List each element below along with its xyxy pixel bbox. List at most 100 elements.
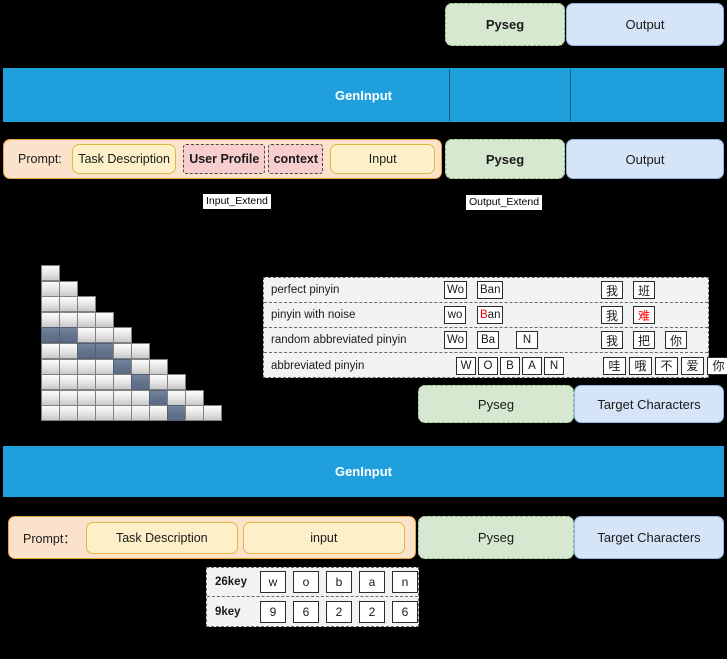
grid-cell xyxy=(113,374,132,391)
key-cell: o xyxy=(293,571,319,593)
grid-cell xyxy=(77,358,96,375)
grid-cell xyxy=(131,405,150,422)
grid-cell xyxy=(77,343,96,359)
grid-cell xyxy=(95,311,114,328)
grid-cell xyxy=(113,358,132,375)
output-extend-label: Output_Extend xyxy=(469,196,540,208)
bottom-pyseg-block: Pyseg xyxy=(418,516,574,559)
pinyin-token: O xyxy=(478,356,498,375)
context-label: context xyxy=(273,152,319,166)
grid-cell xyxy=(113,405,132,422)
mid-pyseg-block: Pyseg xyxy=(418,385,574,423)
grid-cell xyxy=(167,389,186,406)
grid-cell xyxy=(77,327,96,344)
top-output-label: Output xyxy=(625,17,665,32)
target-character-token: 哇 xyxy=(603,356,626,375)
pinyin-row-label: random abbreviated pinyin xyxy=(271,334,407,346)
grid-cell xyxy=(41,358,60,375)
geninput-bottom-label: GenInput xyxy=(334,464,393,479)
grid-cell xyxy=(41,405,60,422)
pinyin-table-row: perfect pinyin Wo Ban 我班 xyxy=(264,278,708,303)
grid-cell xyxy=(95,343,114,359)
pinyin-token: wo xyxy=(444,306,466,324)
bottom-target-characters-label: Target Characters xyxy=(597,530,701,545)
target-character-token: 我 xyxy=(601,281,623,299)
grid-cell xyxy=(149,389,168,406)
input-label-bottom: input xyxy=(310,530,338,545)
grid-cell xyxy=(77,311,96,328)
key-row-label: 26key xyxy=(215,576,247,588)
grid-cell xyxy=(167,405,186,422)
grid-cell xyxy=(149,374,168,391)
output-extend-annotation: Output_Extend xyxy=(466,195,543,210)
grid-cell xyxy=(41,343,60,359)
task-description-pill-bottom: Task Description xyxy=(85,521,238,554)
target-character-token: 不 xyxy=(655,356,678,375)
user-profile-pill: User Profile xyxy=(183,144,266,174)
target-character-token: 难 xyxy=(633,306,655,324)
mid-target-characters-label: Target Characters xyxy=(597,396,701,412)
pinyin-token: Wo xyxy=(444,331,468,349)
grid-cell xyxy=(77,296,96,313)
task-description-label-bottom: Task Description xyxy=(115,530,208,545)
attention-mask-grid xyxy=(41,265,241,425)
grid-cell xyxy=(41,374,60,391)
target-character-token: 哦 xyxy=(629,356,652,375)
pinyin-token: N xyxy=(516,331,538,349)
grid-cell xyxy=(131,343,150,359)
key-cell: 6 xyxy=(293,600,319,623)
grid-cell xyxy=(59,405,78,422)
grid-cell xyxy=(113,389,132,406)
grid-cell xyxy=(41,296,60,313)
pinyin-table-row: pinyin with noise wo Ban 我难 xyxy=(264,303,708,328)
grid-cell xyxy=(131,374,150,391)
grid-cell xyxy=(41,389,60,406)
target-character-token: 我 xyxy=(601,331,623,349)
grid-cell xyxy=(59,374,78,391)
pinyin-row-label: perfect pinyin xyxy=(271,284,340,296)
pinyin-token: A xyxy=(522,356,542,375)
context-pill: context xyxy=(268,144,324,174)
pinyin-token: N xyxy=(544,356,564,375)
top-pyseg-block: Pyseg xyxy=(445,3,565,46)
prompt-row-top-pyseg-label: Pyseg xyxy=(485,151,525,167)
grid-cell xyxy=(95,327,114,344)
grid-cell xyxy=(113,327,132,344)
grid-cell xyxy=(95,389,114,406)
grid-cell xyxy=(77,389,96,406)
key-cell: 2 xyxy=(359,600,385,623)
mid-target-characters-block: Target Characters xyxy=(574,385,724,423)
key-row-label: 9key xyxy=(215,605,241,618)
geninput-top-label: GenInput xyxy=(334,87,393,103)
key-table-row: 9key 9 6 2 2 6 xyxy=(207,597,418,626)
grid-cell xyxy=(59,280,78,297)
grid-cell xyxy=(59,358,78,375)
grid-cell xyxy=(149,358,168,375)
grid-cell xyxy=(95,358,114,375)
grid-cell xyxy=(41,311,60,328)
keyboard-mapping-table: 26key w o b a n 9key 9 6 2 2 6 xyxy=(206,567,419,627)
target-character-token: 爱 xyxy=(681,356,704,375)
target-character-token: 把 xyxy=(633,331,655,349)
grid-cell xyxy=(59,327,78,344)
grid-cell xyxy=(185,405,204,422)
top-output-block: Output xyxy=(566,3,724,46)
geninput-bar-bottom: GenInput xyxy=(3,446,724,497)
grid-cell xyxy=(59,311,78,328)
pinyin-token: W xyxy=(456,356,476,375)
pinyin-table-row: random abbreviated pinyin Wo Ba N 我把你 xyxy=(264,328,708,353)
grid-cell xyxy=(77,405,96,422)
prompt-row-top-output-label: Output xyxy=(625,151,665,167)
bottom-target-characters-block: Target Characters xyxy=(574,516,724,559)
key-cell: b xyxy=(326,571,352,593)
input-pill-top: Input xyxy=(330,144,435,174)
target-character-token: 你 xyxy=(665,331,687,349)
grid-cell xyxy=(113,343,132,359)
prompt-label-top: Prompt: xyxy=(18,152,62,166)
input-extend-annotation: Input_Extend xyxy=(203,194,271,209)
key-cell: 6 xyxy=(392,600,418,623)
pinyin-table-row: abbreviated pinyin W O B A N 哇哦不爱你 xyxy=(264,353,727,378)
key-table-row: 26key w o b a n xyxy=(207,568,418,597)
prompt-row-top-pyseg-block: Pyseg xyxy=(445,139,565,179)
target-character-token: 你 xyxy=(707,356,727,375)
